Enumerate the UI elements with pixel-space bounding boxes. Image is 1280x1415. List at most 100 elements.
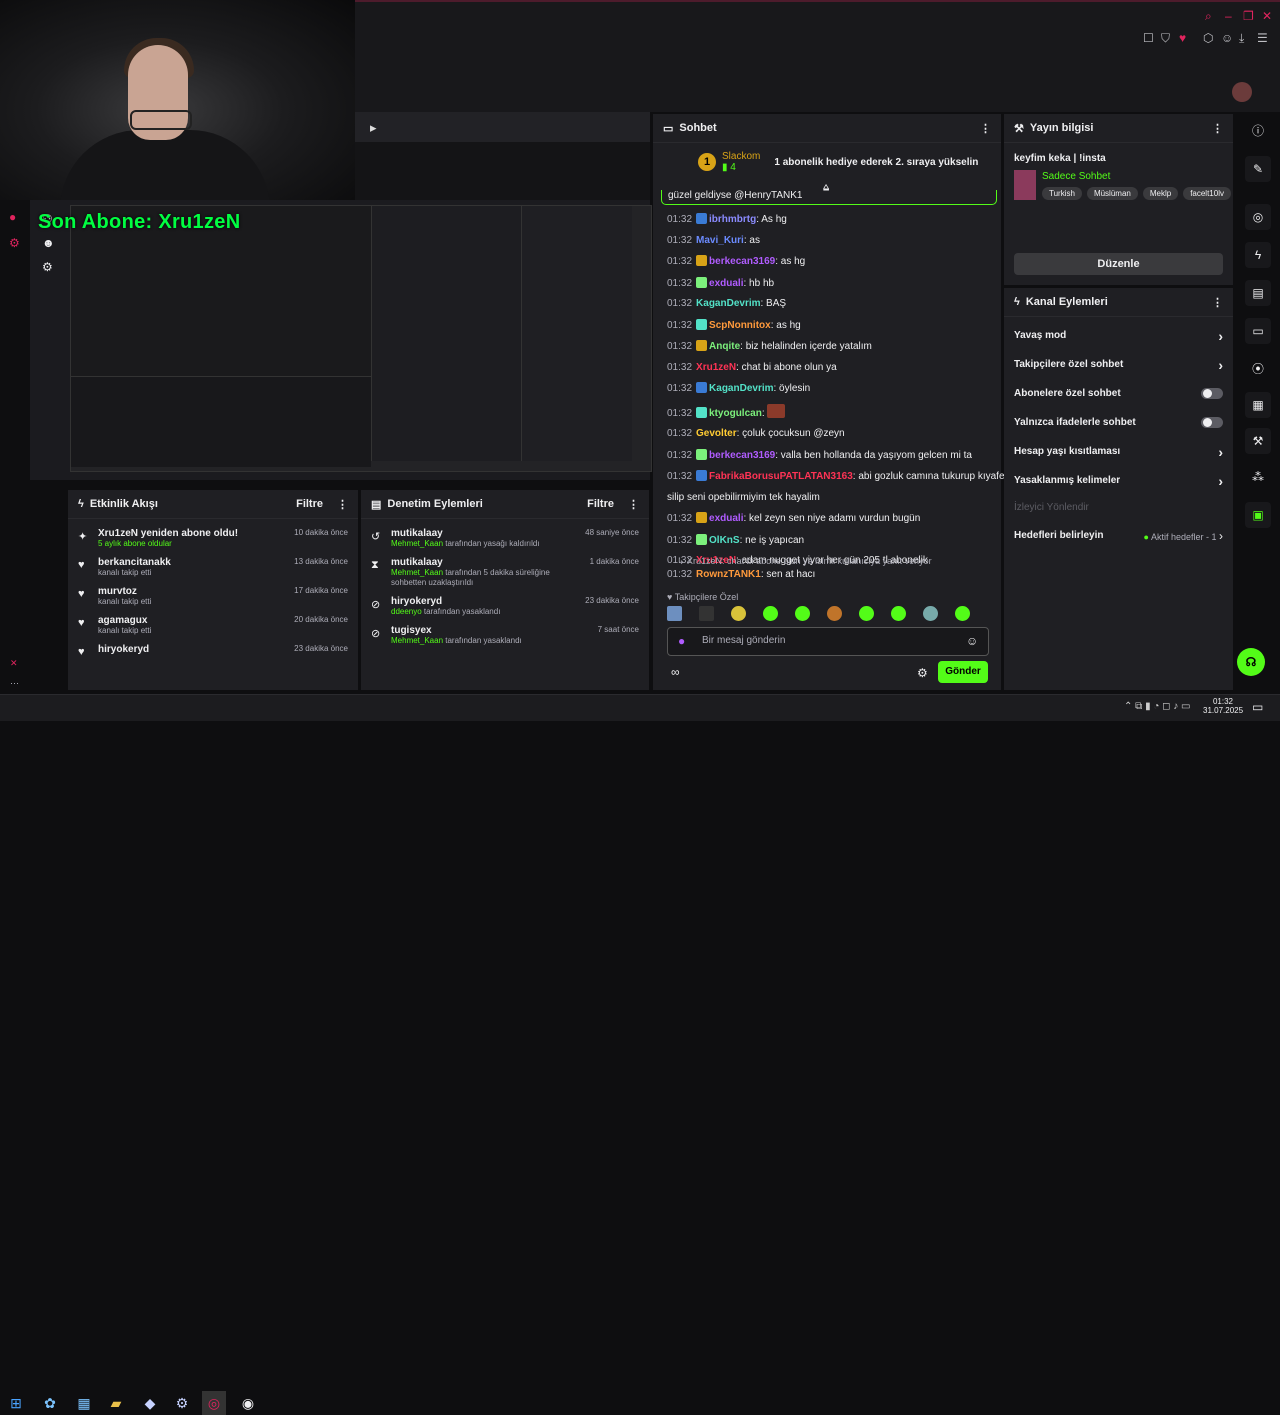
emote-icon[interactable]	[923, 606, 938, 621]
chat-username[interactable]: ibrhmbrtg	[709, 214, 756, 225]
chat-username[interactable]: OlKnS	[709, 535, 740, 546]
chat-username[interactable]: exduali	[709, 513, 743, 524]
channel-action-item[interactable]: Yasaklanmış kelimeler ›	[1004, 466, 1233, 495]
edit-button[interactable]: Düzenle	[1014, 253, 1223, 275]
more-icon[interactable]: ⋮	[1212, 296, 1223, 309]
emote-icon[interactable]	[859, 606, 874, 621]
obs-icon[interactable]: ◉	[236, 1391, 260, 1415]
chat-username[interactable]: KaganDevrim	[709, 383, 773, 394]
steam-icon[interactable]: ⚙	[170, 1391, 194, 1415]
goals-row[interactable]: Hedefleri belirleyin ● Aktif hedefler - …	[1004, 521, 1233, 550]
close-icon[interactable]: ✕	[1262, 10, 1272, 22]
moderation-item[interactable]: ⊘ tugisyex Mehmet_Kaan tarafından yasakl…	[371, 625, 639, 646]
minimize-icon[interactable]: –	[1225, 10, 1232, 22]
emote-icon[interactable]	[763, 606, 778, 621]
document-icon[interactable]: ▤	[1245, 280, 1271, 306]
chat-icon[interactable]: ▭	[1245, 318, 1271, 344]
moderation-item[interactable]: ↺ mutikalaay Mehmet_Kaan tarafından yasa…	[371, 528, 639, 549]
emote-icon[interactable]	[699, 606, 714, 621]
obs-icon[interactable]: ◎	[202, 1391, 226, 1415]
kick-logo-icon[interactable]: ⁂	[1245, 464, 1271, 490]
more-icon[interactable]: ⋮	[628, 498, 639, 511]
channel-action-item[interactable]: Hesap yaşı kısıtlaması ›	[1004, 437, 1233, 466]
emote-icon[interactable]	[795, 606, 810, 621]
mic-icon[interactable]: ●	[678, 634, 685, 648]
more-icon[interactable]: ⋮	[980, 122, 991, 135]
moderation-item[interactable]: ⧗ mutikalaay Mehmet_Kaan tarafından 5 da…	[371, 557, 639, 588]
channel-action-item[interactable]: Yavaş mod ›	[1004, 321, 1233, 350]
emote-icon[interactable]	[667, 606, 682, 621]
activity-item[interactable]: ♥ berkancitanakk kanalı takip etti 13 da…	[78, 557, 348, 577]
activity-item[interactable]: ♥ hiryokeryd 23 dakika önce	[78, 644, 348, 658]
emote-icon[interactable]	[731, 606, 746, 621]
emoji-icon[interactable]: ☺	[966, 634, 978, 648]
channel-action-item[interactable]: Yalnızca ifadelerle sohbet	[1004, 408, 1233, 437]
tag[interactable]: facelt10lv	[1183, 187, 1231, 200]
channel-action-item[interactable]: Takipçilere özel sohbet ›	[1004, 350, 1233, 379]
support-icon[interactable]: ☊	[1237, 648, 1265, 676]
chat-username[interactable]: ktyogulcan	[709, 408, 762, 419]
tray-icons[interactable]: ⌃ ⧉ ▮ ◔ ◻ ♪ ▭	[1124, 701, 1190, 712]
gear-icon[interactable]: ⚙	[9, 236, 20, 250]
pencil-icon[interactable]: ✎	[1245, 156, 1271, 182]
clock[interactable]: 01:32 31.07.2025	[1203, 697, 1243, 715]
chat-username[interactable]: berkecan3169	[709, 450, 775, 461]
download-icon[interactable]: ⤓	[1239, 32, 1244, 44]
tag[interactable]: Meklp	[1142, 187, 1179, 200]
chat-username[interactable]: FabrikaBorusuPATLATAN3163	[709, 471, 853, 482]
tag[interactable]: Müslüman	[1086, 187, 1138, 200]
bolt-icon[interactable]: ϟ	[1245, 242, 1271, 268]
chat-input[interactable]: ● Bir mesaj gönderin ☺	[667, 627, 989, 656]
chat-username[interactable]: KaganDevrim	[696, 298, 760, 309]
category-name[interactable]: Sadece Sohbet	[1042, 171, 1110, 182]
alert-icon[interactable]: ●	[9, 210, 16, 224]
activity-item[interactable]: ♥ agamagux kanalı takip etti 20 dakika ö…	[78, 615, 348, 635]
target-icon[interactable]: ◎	[1245, 204, 1271, 230]
layout-icon[interactable]: ▦	[1245, 392, 1271, 418]
heart-icon[interactable]: ♥	[1179, 32, 1186, 44]
wrench-icon[interactable]: ⚒	[1245, 428, 1271, 454]
person-icon[interactable]: ☻	[42, 236, 55, 250]
moderation-item[interactable]: ⊘ hiryokeryd ddeenyo tarafından yasaklan…	[371, 596, 639, 617]
moderator-name[interactable]: Mehmet_Kaan	[391, 539, 443, 548]
more-icon[interactable]: ⋮	[337, 498, 348, 511]
moderator-name[interactable]: ddeenyo	[391, 607, 422, 616]
bookmark-icon[interactable]: ☐	[1143, 32, 1154, 44]
toggle-switch[interactable]	[1201, 417, 1223, 428]
moderator-name[interactable]: Mehmet_Kaan	[391, 568, 443, 577]
more-icon[interactable]: ⋯	[10, 678, 19, 689]
gear-icon[interactable]: ⚙	[917, 666, 928, 680]
link-icon[interactable]: ∞	[671, 665, 680, 679]
moderator-name[interactable]: Mehmet_Kaan	[391, 636, 443, 645]
broadcast-icon[interactable]: ⦿	[1245, 356, 1271, 382]
copilot-icon[interactable]: ✿	[38, 1391, 62, 1415]
windows-start-icon[interactable]: ⊞	[4, 1391, 28, 1415]
search-icon[interactable]: ⌕	[1205, 10, 1212, 22]
chat-username[interactable]: ScpNonnitox	[709, 320, 771, 331]
emote-icon[interactable]	[955, 606, 970, 621]
info-icon[interactable]: ⓘ	[1245, 118, 1271, 144]
app-icon[interactable]: ◆	[138, 1391, 162, 1415]
filter-button[interactable]: Filtre	[587, 498, 614, 511]
notification-icon[interactable]: ▭	[1252, 700, 1263, 714]
activity-item[interactable]: ✦ Xru1zeN yeniden abone oldu! 5 aylık ab…	[78, 528, 348, 548]
pinned-gifter[interactable]: 1 Slackom ▮ 4 1 abonelik hediye ederek 2…	[698, 151, 978, 173]
avatar[interactable]	[1232, 82, 1252, 102]
chat-username[interactable]: berkecan3169	[709, 256, 775, 267]
emote-icon[interactable]	[827, 606, 842, 621]
filter-button[interactable]: Filtre	[296, 498, 323, 511]
collapse-icon[interactable]: ⩠	[823, 182, 829, 193]
toggle-switch[interactable]	[1201, 388, 1223, 399]
close-icon[interactable]: ✕	[10, 658, 18, 669]
activity-item[interactable]: ♥ murvtoz kanalı takip etti 17 dakika ön…	[78, 586, 348, 606]
gear-icon[interactable]: ⚙	[42, 260, 53, 274]
shield-icon[interactable]: ⛉	[1161, 32, 1170, 44]
chat-username[interactable]: Anqite	[709, 341, 740, 352]
category-thumbnail[interactable]	[1014, 170, 1036, 200]
extension-icon[interactable]: ⬡	[1203, 32, 1213, 44]
chat-username[interactable]: Gevolter	[696, 428, 737, 439]
menu-icon[interactable]: ☰	[1257, 32, 1268, 44]
send-button[interactable]: Gönder	[938, 661, 988, 683]
calculator-icon[interactable]: ▦	[72, 1391, 96, 1415]
film-icon[interactable]: ▣	[1245, 502, 1271, 528]
